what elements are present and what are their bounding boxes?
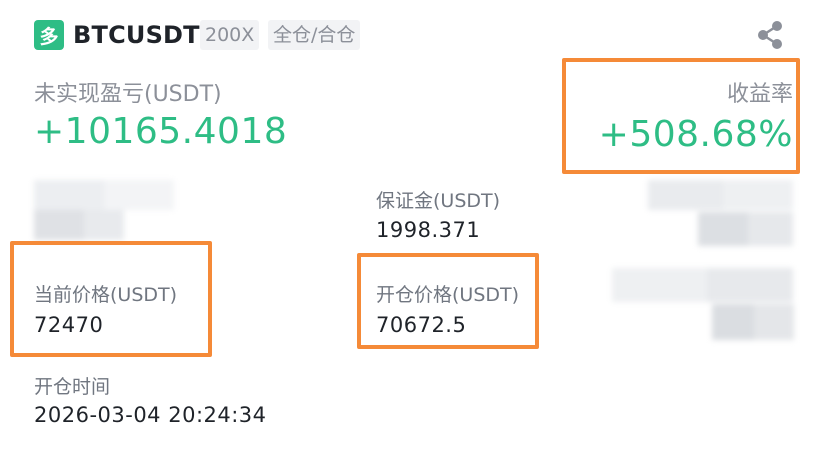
open-time-label: 开仓时间 xyxy=(34,376,111,398)
margin-label: 保证金(USDT) xyxy=(376,190,501,212)
share-icon[interactable] xyxy=(753,18,787,52)
leverage-tag: 200X xyxy=(200,20,260,50)
mark-price-value: 72470 xyxy=(34,313,104,337)
margin-mode-tag: 全仓/合仓 xyxy=(268,20,361,50)
mark-price-label: 当前价格(USDT) xyxy=(34,284,178,306)
roi-label: 收益率 xyxy=(726,82,793,107)
position-card: 多 BTCUSDT 200X 全仓/合仓 未实现盈亏(USDT) +10165.… xyxy=(0,0,827,455)
unrealized-pnl-label: 未实现盈亏(USDT) xyxy=(34,82,222,107)
margin-value: 1998.371 xyxy=(376,218,481,242)
blurred-field xyxy=(648,180,798,250)
roi-value: +508.68% xyxy=(598,114,793,155)
long-direction-badge: 多 xyxy=(34,20,64,50)
blurred-field xyxy=(612,268,798,344)
blurred-field xyxy=(34,180,184,242)
unrealized-pnl-value: +10165.4018 xyxy=(34,111,288,152)
open-time-value: 2026-03-04 20:24:34 xyxy=(34,403,267,427)
entry-price-value: 70672.5 xyxy=(376,313,467,337)
entry-price-label: 开仓价格(USDT) xyxy=(376,284,520,306)
symbol-title: BTCUSDT xyxy=(73,21,200,49)
